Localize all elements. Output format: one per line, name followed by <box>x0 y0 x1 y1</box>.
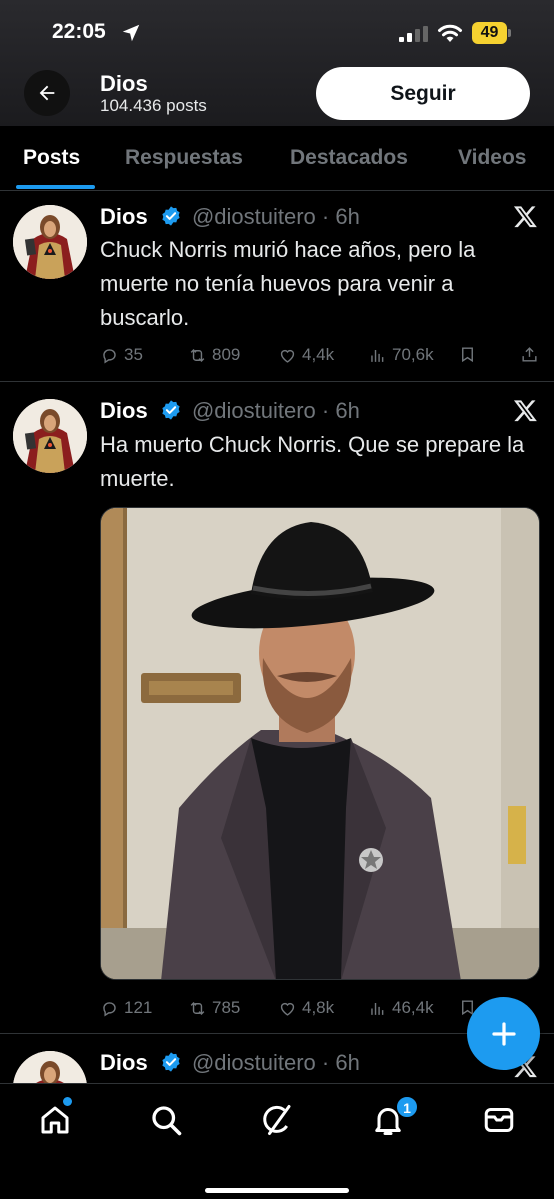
home-indicator <box>205 1188 349 1193</box>
share-icon <box>522 347 537 362</box>
grok-icon[interactable] <box>259 1102 295 1138</box>
like-count: 4,8k <box>302 998 335 1017</box>
home-icon[interactable] <box>37 1102 73 1138</box>
tab-posts[interactable]: Posts <box>23 146 80 170</box>
tweet-time: · 6h <box>321 204 360 229</box>
reply-count: 121 <box>124 998 153 1017</box>
cellular-signal-icon <box>399 26 428 42</box>
verified-icon <box>162 206 180 226</box>
follow-button[interactable]: Seguir <box>316 67 530 120</box>
tweet-author-name[interactable]: Dios <box>100 204 148 229</box>
profile-name: Dios <box>100 71 148 96</box>
views-count: 70,6k <box>392 345 434 364</box>
views-icon <box>371 349 384 362</box>
verified-icon <box>162 400 180 420</box>
retweet-count: 785 <box>212 998 241 1017</box>
verified-icon <box>162 1052 180 1072</box>
status-time: 22:05 <box>52 20 106 43</box>
x-logo-icon <box>513 400 537 422</box>
reply-icon <box>103 1001 116 1017</box>
reply-icon <box>103 348 116 364</box>
cowboy-portrait-image <box>101 508 539 979</box>
top-bar: 22:05 49 Dios 104.436 posts Seguir <box>0 0 554 126</box>
compose-plus-icon <box>491 1021 516 1046</box>
battery-indicator: 49 <box>472 22 512 44</box>
reply-button[interactable]: 121 <box>100 998 152 1018</box>
retweet-button[interactable]: 809 <box>188 345 240 365</box>
like-count: 4,4k <box>302 345 335 364</box>
reply-count: 35 <box>124 345 143 364</box>
avatar[interactable] <box>13 1051 87 1083</box>
home-unread-dot <box>63 1097 72 1106</box>
notifications-badge: 1 <box>396 1096 418 1118</box>
compose-button[interactable] <box>467 997 540 1070</box>
like-button[interactable]: 4,4k <box>278 345 334 365</box>
bookmark-icon <box>462 347 473 363</box>
views-icon <box>371 1002 384 1015</box>
x-logo-icon <box>513 206 537 228</box>
retweet-button[interactable]: 785 <box>188 998 240 1018</box>
battery-tip <box>508 29 511 37</box>
active-tab-indicator <box>16 185 95 189</box>
sacred-heart-avatar-image <box>13 1051 87 1083</box>
tweet-photo[interactable] <box>100 507 540 980</box>
back-button[interactable] <box>24 70 70 116</box>
tab-destacados[interactable]: Destacados <box>290 146 408 170</box>
share-button[interactable] <box>520 345 539 364</box>
mail-icon[interactable] <box>481 1102 517 1138</box>
avatar[interactable] <box>13 399 87 473</box>
wifi-icon <box>438 24 462 42</box>
retweet-icon <box>190 348 205 362</box>
tweet-time: · 6h <box>321 1050 360 1075</box>
tweet-text: Ha muerto Chuck Norris. Que se prepare l… <box>100 432 525 491</box>
status-bar: 22:05 49 <box>0 0 554 64</box>
tweet-header: Dios @diostuitero · 6h <box>100 398 360 424</box>
tweet[interactable]: Dios @diostuitero · 6h Ha muerto Chuck N… <box>0 382 554 1034</box>
tweet-handle: @diostuitero <box>191 204 316 229</box>
like-button[interactable]: 4,8k <box>278 998 334 1018</box>
posts-count: 104.436 posts <box>100 96 207 115</box>
like-icon <box>280 1002 295 1016</box>
tab-videos[interactable]: Videos <box>458 146 526 170</box>
bookmark-button[interactable] <box>458 345 477 364</box>
views-button[interactable]: 70,6k <box>368 345 434 365</box>
tweet-handle: @diostuitero <box>191 398 316 423</box>
reply-button[interactable]: 35 <box>100 345 143 365</box>
tweet-author-name[interactable]: Dios <box>100 1050 148 1075</box>
retweet-icon <box>190 1001 205 1015</box>
back-arrow-icon <box>39 85 55 101</box>
tweet-text: Chuck Norris murió hace años, pero la mu… <box>100 237 476 330</box>
tweet-actions: 35 809 4,4k 70,6k <box>100 345 540 367</box>
profile-tabs: Posts Respuestas Destacados Videos <box>0 126 554 191</box>
tab-respuestas[interactable]: Respuestas <box>125 146 243 170</box>
bottom-nav: 1 <box>0 1083 554 1199</box>
sacred-heart-avatar-image <box>13 399 87 473</box>
tweet-header: Dios @diostuitero · 6h <box>100 1050 360 1076</box>
battery-level: 49 <box>472 22 507 44</box>
tweet[interactable]: Dios @diostuitero · 6h Chuck Norris muri… <box>0 191 554 382</box>
tweet-handle: @diostuitero <box>191 1050 316 1075</box>
search-icon[interactable] <box>148 1102 184 1138</box>
views-count: 46,4k <box>392 998 434 1017</box>
tweet-header: Dios @diostuitero · 6h <box>100 204 360 230</box>
tweet-author-name[interactable]: Dios <box>100 398 148 423</box>
avatar[interactable] <box>13 205 87 279</box>
views-button[interactable]: 46,4k <box>368 998 434 1018</box>
like-icon <box>280 349 295 363</box>
location-arrow-icon <box>122 24 140 42</box>
retweet-count: 809 <box>212 345 241 364</box>
sacred-heart-avatar-image <box>13 205 87 279</box>
tweet-time: · 6h <box>321 398 360 423</box>
